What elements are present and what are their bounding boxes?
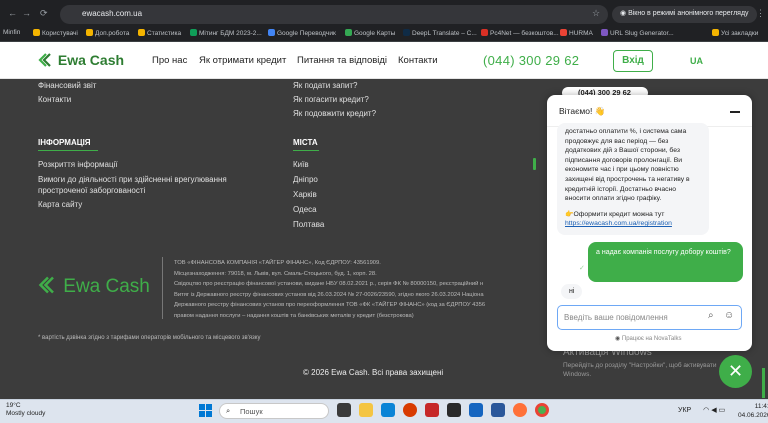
taskbar-search[interactable]: ⌕ Пошук xyxy=(219,403,329,419)
clock[interactable]: 11:41 04.06.2026 xyxy=(738,402,768,420)
url-text: ewacash.com.ua xyxy=(82,9,143,18)
app-icon[interactable] xyxy=(469,403,483,417)
city-link[interactable]: Полтава xyxy=(293,220,324,229)
bookmark-item[interactable]: Доп.робота xyxy=(86,29,129,37)
city-link[interactable]: Харків xyxy=(293,190,317,199)
powered-by[interactable]: ◉ Працює на NovaTalks xyxy=(615,335,682,342)
logo-mark-icon xyxy=(38,276,54,294)
chat-widget: Вітаємо! 👋 достатньо оплатити %, і систе… xyxy=(547,95,752,351)
back-icon[interactable]: ← xyxy=(8,8,17,18)
incognito-label: Вікно в режимі анонімного перегляду xyxy=(628,10,749,17)
login-button[interactable]: Вхід xyxy=(613,50,653,72)
chat-minimize-icon[interactable] xyxy=(730,111,740,113)
language-switch[interactable]: UA xyxy=(690,56,703,66)
volume-icon[interactable]: ◀ xyxy=(711,407,716,414)
app-icon[interactable] xyxy=(381,403,395,417)
scroll-indicator xyxy=(762,368,765,398)
address-bar[interactable]: ewacash.com.ua xyxy=(60,5,608,24)
reload-icon[interactable]: ⟳ xyxy=(40,8,48,19)
system-tray[interactable]: УКР ◠ ◀ ▭ xyxy=(678,406,725,414)
search-icon: ⌕ xyxy=(226,406,231,415)
star-icon[interactable]: ☆ xyxy=(592,8,600,19)
site-logo[interactable]: Ewa Cash xyxy=(38,52,124,68)
city-link[interactable]: Київ xyxy=(293,160,309,169)
nav-faq[interactable]: Питання та відповіді xyxy=(297,55,387,66)
footer-logo-text: Ewa Cash xyxy=(63,276,150,297)
logo-text: Ewa Cash xyxy=(57,52,125,68)
call-cost-footnote: * вартість дзвінка згідно з тарифами опе… xyxy=(38,335,261,341)
bookmark-item[interactable]: Pc4Net — безкоштов... xyxy=(481,29,559,37)
incognito-icon: ◉ xyxy=(620,10,629,17)
task-view-icon[interactable] xyxy=(337,403,351,417)
footer-link[interactable]: Карта сайту xyxy=(38,200,82,209)
footer-link[interactable]: Як подати запит? xyxy=(293,81,357,90)
footer-divider xyxy=(162,257,163,319)
bookmark-item[interactable]: Користувачі xyxy=(33,29,78,37)
bookmark-item[interactable]: URL Slug Generator... xyxy=(601,29,674,37)
chat-message-input[interactable]: Введіть ваше повідомлення xyxy=(557,305,742,330)
weather-temp: 19°C xyxy=(6,402,21,409)
bot-message-text: достатньо оплатити %, і система сама про… xyxy=(565,128,690,203)
file-explorer-icon[interactable] xyxy=(359,403,373,417)
emoji-icon[interactable]: ☺ xyxy=(724,310,734,321)
header-phone[interactable]: (044) 300 29 62 xyxy=(483,53,579,68)
wifi-icon[interactable]: ◠ xyxy=(703,407,709,414)
city-link[interactable]: Одеса xyxy=(293,205,317,214)
bookmark-item[interactable]: Google Карты xyxy=(345,29,395,37)
footer-link[interactable]: Розкриття інформації xyxy=(38,160,118,169)
firefox-icon[interactable] xyxy=(513,403,527,417)
footer-link[interactable]: Вимоги до діяльності при здійсненні врег… xyxy=(38,174,248,196)
language-indicator[interactable]: УКР xyxy=(678,407,691,414)
chat-greeting: Вітаємо! 👋 xyxy=(559,106,606,116)
battery-icon[interactable]: ▭ xyxy=(719,407,726,414)
footer-logo: Ewa Cash xyxy=(38,276,150,298)
legal-info: ТОВ «ФІНАНСОВА КОМПАНІЯ «ТАЙГЕР ФІНАНС»,… xyxy=(174,260,486,319)
footer-link[interactable]: Контакти xyxy=(38,95,71,104)
weather-desc: Mostly cloudy xyxy=(6,410,46,417)
weather-widget[interactable]: 19°C Mostly cloudy xyxy=(6,402,45,418)
windows-start-icon[interactable] xyxy=(199,404,212,417)
clock-time: 11:41 xyxy=(754,403,768,410)
info-heading: ІНФОРМАЦІЯ xyxy=(38,138,98,151)
activation-text: Перейдіть до розділу "Настройки", щоб ак… xyxy=(563,362,717,378)
word-icon[interactable] xyxy=(491,403,505,417)
user-message: а надає компанія послугу добору коштів? xyxy=(588,242,743,282)
opera-icon[interactable] xyxy=(403,403,417,417)
attach-icon[interactable]: ⌕ xyxy=(708,310,714,321)
cities-heading: МІСТА xyxy=(293,138,319,151)
bookmark-item[interactable]: Google Переводчик xyxy=(268,29,336,37)
forward-icon[interactable]: → xyxy=(22,8,31,18)
chrome-icon[interactable] xyxy=(535,403,549,417)
bot-message: достатньо оплатити %, і система сама про… xyxy=(557,123,709,235)
incognito-indicator[interactable]: ◉ Вікно в режимі анонімного перегляду xyxy=(612,6,757,23)
close-icon[interactable]: ✕ xyxy=(719,355,752,388)
bookmark-item[interactable]: Мітинг БДМ 2023-2... xyxy=(190,29,262,37)
app-icon[interactable] xyxy=(447,403,461,417)
bookmark-item[interactable]: HURMA xyxy=(560,29,593,37)
search-placeholder: Пошук xyxy=(240,407,263,416)
clock-date: 04.06.2026 xyxy=(738,412,768,419)
read-check-icon: ✓ xyxy=(579,265,585,272)
nav-about[interactable]: Про нас xyxy=(152,55,187,66)
registration-link[interactable]: https://ewacash.com.ua/registration xyxy=(565,219,701,229)
bookmark-item[interactable]: DeepL Translate – C... xyxy=(403,29,477,37)
bookmark-item[interactable]: Статистика xyxy=(138,29,181,37)
scroll-marker xyxy=(533,158,536,170)
logo-mark-icon xyxy=(38,53,51,67)
footer-link[interactable]: Як подовжити кредит? xyxy=(293,109,376,118)
footer-link[interactable]: Фінансовий звіт xyxy=(38,81,96,90)
pdf-icon[interactable] xyxy=(425,403,439,417)
incoming-message: ні xyxy=(561,284,583,299)
nav-get-credit[interactable]: Як отримати кредит xyxy=(199,55,286,66)
city-link[interactable]: Дніпро xyxy=(293,175,318,184)
menu-icon[interactable]: ⋮ xyxy=(756,8,765,19)
bookmark-item[interactable]: Minfin xyxy=(3,29,20,36)
bookmark-all[interactable]: Усі закладки xyxy=(712,29,758,37)
bot-cta: 👉Оформити кредит можна тут xyxy=(565,210,665,218)
copyright: © 2026 Ewa Cash. Всі права захищені xyxy=(303,368,444,377)
nav-contacts[interactable]: Контакти xyxy=(398,55,438,66)
footer-link[interactable]: Як погасити кредит? xyxy=(293,95,369,104)
